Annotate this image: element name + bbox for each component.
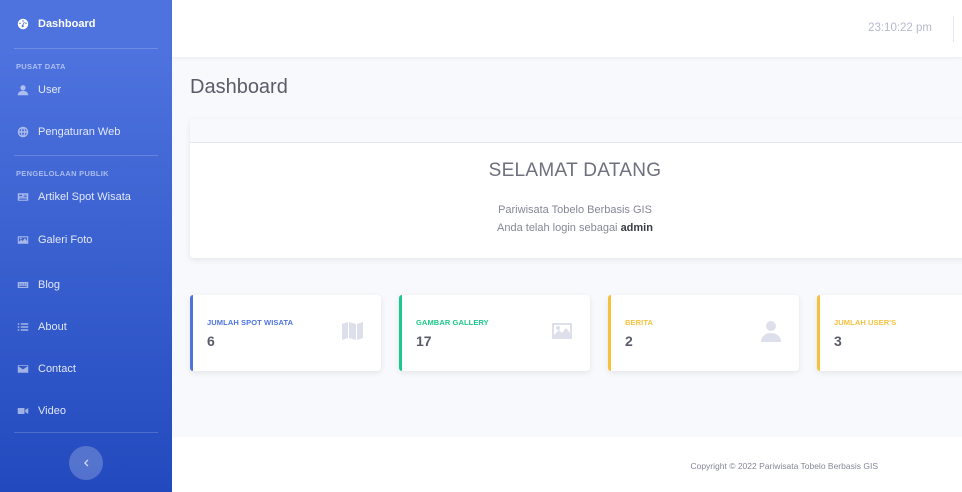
- sidebar-item-label: Contact: [38, 363, 76, 375]
- chevron-left-icon: [84, 459, 89, 467]
- stat-card-jumlah-users[interactable]: JUMLAH USER'S 3: [817, 295, 962, 371]
- stat-value: 6: [207, 333, 215, 349]
- stat-label: GAMBAR GALLERY: [416, 318, 489, 327]
- stat-card-accent: [190, 295, 193, 371]
- sidebar-divider: [14, 432, 158, 433]
- envelope-icon: [16, 362, 30, 376]
- tachometer-icon: [16, 17, 30, 31]
- stat-value: 2: [625, 333, 633, 349]
- sidebar-item-blog[interactable]: Blog: [0, 264, 172, 306]
- stat-card-accent: [399, 295, 402, 371]
- stat-card-spot-wisata[interactable]: JUMLAH SPOT WISATA 6: [190, 295, 381, 371]
- topbar-clock: 23:10:22 pm: [868, 22, 932, 34]
- login-prefix: Anda telah login sebagai: [497, 222, 621, 234]
- user-icon: [16, 83, 30, 97]
- page-title: Dashboard: [190, 76, 288, 98]
- stat-label: BERITA: [625, 318, 653, 327]
- welcome-title: SELAMAT DATANG: [488, 160, 662, 181]
- stat-value: 17: [416, 333, 432, 349]
- sidebar: Dashboard PUSAT DATA User Pengaturan Web…: [0, 0, 172, 492]
- stat-card-accent: [608, 295, 611, 371]
- sidebar-item-video[interactable]: Video: [0, 390, 172, 432]
- sidebar-item-dashboard[interactable]: Dashboard: [0, 0, 172, 48]
- sidebar-item-label: Dashboard: [38, 18, 96, 30]
- stat-label: JUMLAH SPOT WISATA: [207, 318, 294, 327]
- stat-card-accent: [817, 295, 820, 371]
- globe-icon: [16, 125, 30, 139]
- welcome-card: SELAMAT DATANG Pariwisata Tobelo Berbasi…: [190, 119, 962, 258]
- sidebar-item-contact[interactable]: Contact: [0, 348, 172, 390]
- image-icon: [16, 233, 30, 247]
- keyboard-icon: [16, 278, 30, 292]
- sidebar-item-label: Artikel Spot Wisata: [38, 191, 131, 203]
- sidebar-heading-pusat-data: PUSAT DATA: [16, 62, 66, 71]
- sidebar-item-galeri-foto[interactable]: Galeri Foto: [0, 216, 172, 264]
- sidebar-item-artikel-spot-wisata[interactable]: Artikel Spot Wisata: [0, 178, 172, 216]
- sidebar-item-label: Pengaturan Web: [38, 126, 121, 138]
- welcome-subtitle: Pariwisata Tobelo Berbasis GIS: [498, 204, 652, 216]
- map-icon: [339, 317, 367, 345]
- sidebar-item-pengaturan-web[interactable]: Pengaturan Web: [0, 109, 172, 155]
- login-info: Anda telah login sebagai admin: [190, 219, 960, 237]
- sidebar-item-about[interactable]: About: [0, 306, 172, 348]
- welcome-card-body: SELAMAT DATANG Pariwisata Tobelo Berbasi…: [190, 160, 960, 237]
- sidebar-item-label: Video: [38, 405, 66, 417]
- stat-card-berita[interactable]: BERITA 2: [608, 295, 799, 371]
- footer-copyright: Copyright © 2022 Pariwisata Tobelo Berba…: [690, 461, 878, 471]
- sidebar-item-label: User: [38, 84, 62, 96]
- stat-card-gambar-gallery[interactable]: GAMBAR GALLERY 17: [399, 295, 590, 371]
- welcome-card-header: [190, 119, 962, 143]
- footer: Copyright © 2022 Pariwisata Tobelo Berba…: [172, 437, 962, 492]
- video-icon: [16, 404, 30, 418]
- topbar-divider: [953, 16, 954, 42]
- sidebar-toggle-button[interactable]: [69, 446, 103, 480]
- sidebar-item-user[interactable]: User: [0, 71, 172, 109]
- list-icon: [16, 320, 30, 334]
- login-username: admin: [620, 222, 653, 234]
- stat-label: JUMLAH USER'S: [834, 318, 897, 327]
- sidebar-item-label: Blog: [38, 279, 61, 291]
- sidebar-heading-pengelolaan-publik: PENGELOLAAN PUBLIK: [16, 169, 109, 178]
- welcome-text: Pariwisata Tobelo Berbasis GIS Anda tela…: [190, 201, 960, 237]
- sidebar-item-label: Galeri Foto: [38, 234, 93, 246]
- user-icon: [757, 317, 785, 345]
- stat-value: 3: [834, 333, 842, 349]
- image-icon: [548, 317, 576, 345]
- topbar: 23:10:22 pm: [172, 0, 962, 57]
- sidebar-item-label: About: [38, 321, 67, 333]
- sidebar-toggle-area: [0, 434, 172, 492]
- newspaper-icon: [16, 190, 30, 204]
